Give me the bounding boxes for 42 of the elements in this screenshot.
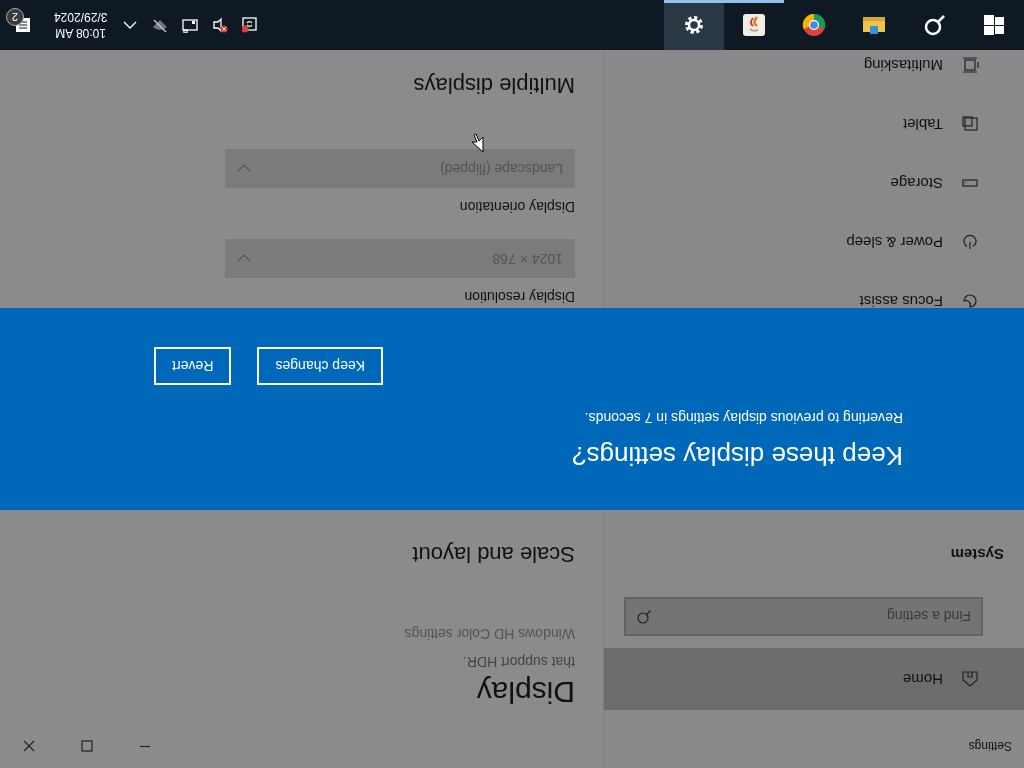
dialog-title: Keep these display settings? [571,440,903,472]
maximize-icon [81,740,93,752]
page-title: Display [475,675,575,710]
start-icon [982,13,1006,37]
chevron-down-icon [237,164,251,173]
home-nav-item[interactable]: Home [604,648,1024,710]
app-icon [742,13,766,37]
sidebar-item[interactable]: Multitasking [604,35,1024,95]
gear-icon [682,13,706,37]
search-icon [636,609,652,625]
dialog-message: Reverting to previous display settings in 7 seconds. [583,409,903,428]
moon-icon [961,292,979,310]
setting-label: Display resolution [463,288,575,307]
section-heading: Multiple displays [412,72,575,99]
network-icon [152,17,169,33]
search-field[interactable]: Find a setting [624,597,983,636]
setting-label: Display orientation [458,198,575,217]
window-title: Settings [968,738,1012,755]
dialog-button[interactable]: Keep changes [257,347,383,385]
sidebar-item[interactable]: Tablet [604,94,1024,154]
sidebar-item[interactable]: Focus assist [604,271,1024,331]
search-icon [922,13,946,37]
power-icon [961,233,979,251]
section-heading: System [949,545,1005,565]
clock[interactable]: 10:08 AM 3/29/2024 [46,9,116,41]
browser-icon [802,13,826,37]
dialog-button[interactable]: Revert [154,347,232,385]
multitasking-icon [961,56,979,74]
cursor-icon [470,133,484,153]
close-icon [23,740,35,752]
tablet-icon [961,115,979,133]
sidebar-item[interactable]: Storage [604,153,1024,213]
sync-icon [242,17,259,33]
notification-button[interactable]: 2 [0,0,46,50]
description-text: that support HDR. [462,653,575,671]
taskbar-button[interactable] [664,0,724,50]
home-icon [961,670,979,688]
section-heading: Scale and layout [411,541,575,568]
sidebar-item[interactable]: Power & sleep [604,212,1024,272]
notification-badge: 2 [6,8,24,26]
volume-muted-icon [212,17,229,33]
chevron-down-icon [237,254,251,263]
